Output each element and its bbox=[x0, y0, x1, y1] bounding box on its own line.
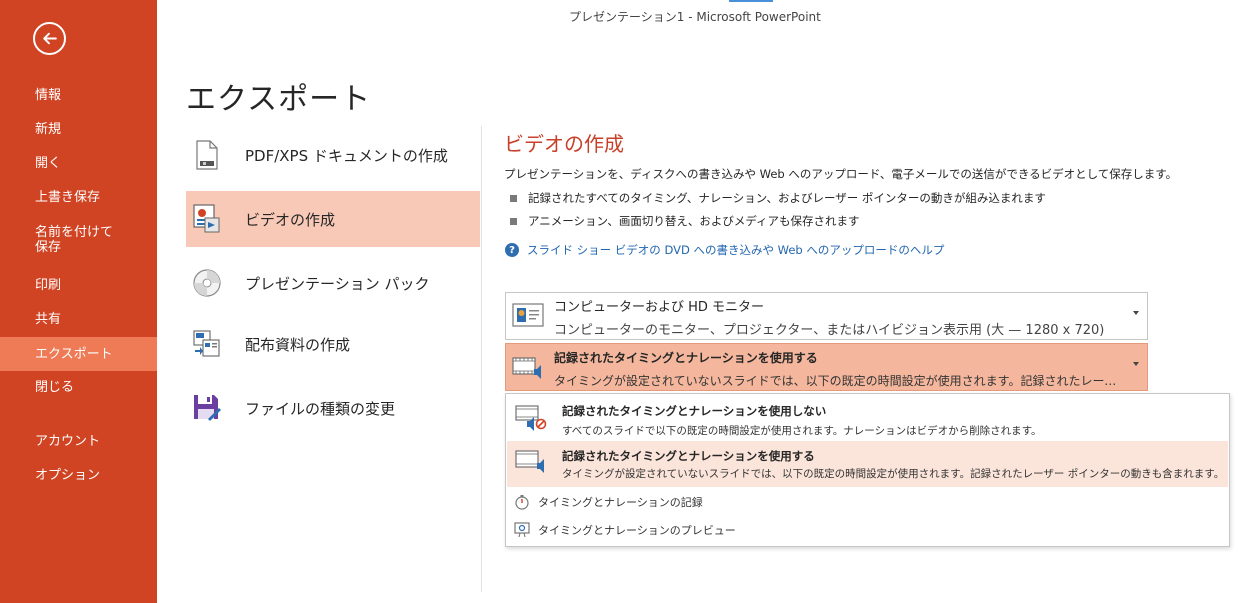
chevron-down-icon bbox=[1133, 362, 1139, 366]
export-option-change-filetype[interactable]: ファイルの種類の変更 bbox=[186, 380, 480, 436]
record-timings-link[interactable]: タイミングとナレーションの記録 bbox=[514, 494, 703, 510]
film-audio-icon bbox=[512, 354, 544, 382]
backstage-nav: 情報 新規 開く 上書き保存 名前を付けて 保存 印刷 共有 エクスポート 閉じ… bbox=[0, 0, 157, 603]
menu-option-dont-use-timings[interactable]: 記録されたタイミングとナレーションを使用しない すべてのスライドで以下の既定の時… bbox=[507, 398, 1228, 440]
dropdown-title: コンピューターおよび HD モニター bbox=[554, 300, 765, 315]
title-bar: プレゼンテーション1 - Microsoft PowerPoint bbox=[157, 0, 1243, 30]
cd-package-icon bbox=[192, 266, 222, 300]
nav-item-open[interactable]: 開く bbox=[0, 152, 157, 174]
help-link[interactable]: ? スライド ショー ビデオの DVD への書き込みや Web へのアップロード… bbox=[505, 242, 944, 258]
window-title: プレゼンテーション1 - Microsoft PowerPoint bbox=[569, 10, 821, 24]
menu-option-description: タイミングが設定されていないスライドでは、以下の既定の時間設定が使用されます。記… bbox=[562, 468, 1225, 480]
export-option-label: ファイルの種類の変更 bbox=[245, 399, 396, 418]
export-option-package[interactable]: プレゼンテーション パック bbox=[186, 255, 480, 311]
preview-timings-link[interactable]: タイミングとナレーションのプレビュー bbox=[514, 522, 736, 538]
nav-item-share[interactable]: 共有 bbox=[0, 308, 157, 330]
nav-item-close[interactable]: 閉じる bbox=[0, 376, 157, 398]
film-audio-icon bbox=[515, 449, 547, 477]
video-quality-dropdown[interactable]: コンピューターおよび HD モニター コンピューターのモニター、プロジェクター、… bbox=[505, 292, 1148, 340]
menu-option-description: すべてのスライドで以下の既定の時間設定が使用されます。ナレーションはビデオから削… bbox=[562, 425, 1042, 437]
menu-option-use-timings[interactable]: 記録されたタイミングとナレーションを使用する タイミングが設定されていないスライ… bbox=[507, 441, 1228, 487]
page-title: エクスポート bbox=[186, 82, 372, 117]
nav-item-options[interactable]: オプション bbox=[0, 464, 157, 486]
save-filetype-icon bbox=[192, 391, 222, 425]
back-button[interactable] bbox=[33, 22, 66, 55]
pane-divider bbox=[481, 126, 482, 592]
nav-item-save[interactable]: 上書き保存 bbox=[0, 186, 157, 208]
section-title: ビデオの作成 bbox=[504, 132, 624, 156]
video-create-icon bbox=[192, 202, 222, 236]
export-option-video[interactable]: ビデオの作成 bbox=[186, 191, 480, 247]
monitor-icon bbox=[512, 303, 544, 331]
bullet-square-icon bbox=[510, 194, 517, 202]
stopwatch-icon bbox=[514, 494, 532, 510]
menu-option-title: 記録されたタイミングとナレーションを使用する bbox=[562, 449, 815, 463]
preview-screen-icon bbox=[514, 522, 532, 538]
handout-icon bbox=[192, 327, 222, 361]
help-question-icon: ? bbox=[505, 243, 519, 257]
dropdown-title: 記録されたタイミングとナレーションを使用する bbox=[554, 351, 818, 365]
dropdown-subtitle: コンピューターのモニター、プロジェクター、またはハイビジョン表示用 (大 — 1… bbox=[554, 323, 1105, 338]
back-arrow-icon bbox=[43, 32, 57, 45]
nav-item-account[interactable]: アカウント bbox=[0, 430, 157, 452]
menu-option-title: 記録されたタイミングとナレーションを使用しない bbox=[562, 404, 827, 418]
bullet-item: アニメーション、画面切り替え、およびメディアも保存されます bbox=[510, 213, 860, 229]
nav-item-new[interactable]: 新規 bbox=[0, 118, 157, 140]
export-option-label: ビデオの作成 bbox=[245, 210, 336, 229]
chevron-down-icon bbox=[1133, 311, 1139, 315]
pdf-document-icon bbox=[192, 138, 222, 172]
timing-narration-dropdown[interactable]: 記録されたタイミングとナレーションを使用する タイミングが設定されていないスライ… bbox=[505, 343, 1148, 391]
nav-item-info[interactable]: 情報 bbox=[0, 84, 157, 106]
nav-item-print[interactable]: 印刷 bbox=[0, 274, 157, 296]
dropdown-subtitle: タイミングが設定されていないスライドでは、以下の既定の時間設定が使用されます。記… bbox=[554, 374, 1126, 388]
section-description: プレゼンテーションを、ディスクへの書き込みや Web へのアップロード、電子メー… bbox=[504, 167, 1178, 181]
export-option-label: プレゼンテーション パック bbox=[245, 274, 430, 293]
export-option-pdf-xps[interactable]: PDF/XPS ドキュメントの作成 bbox=[186, 127, 480, 183]
film-audio-muted-icon bbox=[515, 404, 547, 432]
nav-item-export[interactable]: エクスポート bbox=[0, 337, 157, 371]
bullet-square-icon bbox=[510, 217, 517, 225]
timing-narration-menu: 記録されたタイミングとナレーションを使用しない すべてのスライドで以下の既定の時… bbox=[505, 393, 1230, 547]
export-option-handouts[interactable]: 配布資料の作成 bbox=[186, 316, 480, 372]
export-option-label: 配布資料の作成 bbox=[245, 335, 351, 354]
nav-item-save-as[interactable]: 名前を付けて 保存 bbox=[0, 222, 157, 258]
export-option-label: PDF/XPS ドキュメントの作成 bbox=[245, 146, 448, 165]
bullet-item: 記録されたすべてのタイミング、ナレーション、およびレーザー ポインターの動きが組… bbox=[510, 190, 1046, 206]
title-accent-line bbox=[729, 0, 773, 2]
